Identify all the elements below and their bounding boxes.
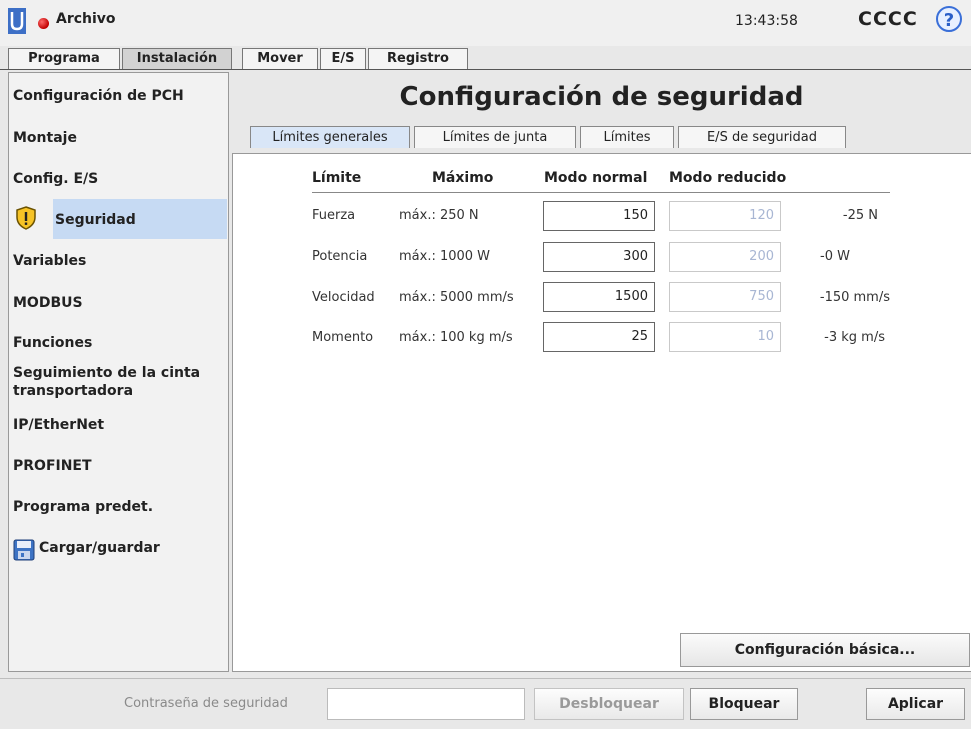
robot-name: CCCC [858, 8, 918, 30]
row-label-velocidad: Velocidad [312, 290, 375, 305]
potencia-delta: -0 W [820, 249, 850, 264]
velocidad-reducido-input: 750 [669, 282, 781, 312]
sidebar-item-seguimiento-cinta[interactable]: Seguimiento de la cinta transportadora [9, 364, 228, 408]
momento-reducido-input: 10 [669, 322, 781, 352]
tab-limites-de-junta[interactable]: Límites de junta [414, 126, 576, 148]
footer-divider [0, 678, 971, 679]
sidebar-item-label: IP/EtherNet [13, 417, 105, 433]
momento-normal-input[interactable]: 25 [543, 322, 655, 352]
sidebar-item-montaje[interactable]: Montaje [9, 129, 228, 169]
velocidad-normal-input[interactable]: 1500 [543, 282, 655, 312]
ur-logo-icon [8, 8, 26, 34]
tab-mover[interactable]: Mover [242, 48, 318, 69]
header-maximo: Máximo [432, 170, 494, 186]
row-label-momento: Momento [312, 330, 374, 345]
sidebar-item-label: Programa predet. [13, 499, 154, 515]
sidebar-item-variables[interactable]: Variables [9, 252, 228, 292]
robot-status-icon [38, 18, 49, 29]
tab-instalacion[interactable]: Instalación [122, 48, 232, 69]
sidebar-item-label: MODBUS [13, 295, 83, 311]
sidebar-item-configuracion-pch[interactable]: Configuración de PCH [9, 87, 228, 127]
save-disk-icon [13, 539, 35, 561]
sidebar-item-label: Funciones [13, 335, 93, 351]
row-max-momento: máx.: 100 kg m/s [399, 330, 513, 345]
top-bar: Archivo 13:43:58 CCCC ? [0, 0, 971, 46]
lock-button[interactable]: Bloquear [690, 688, 798, 720]
sidebar-item-label: Seguridad [55, 212, 136, 228]
row-label-potencia: Potencia [312, 249, 368, 264]
row-label-fuerza: Fuerza [312, 208, 356, 223]
sidebar-item-seguridad[interactable]: Seguridad [53, 199, 227, 239]
sidebar-item-label: PROFINET [13, 458, 92, 474]
sidebar-item-programa-predet[interactable]: Programa predet. [9, 498, 228, 538]
header-divider [312, 192, 890, 193]
password-input[interactable] [327, 688, 525, 720]
page-title: Configuración de seguridad [399, 82, 804, 112]
tab-registro[interactable]: Registro [368, 48, 468, 69]
tab-es[interactable]: E/S [320, 48, 366, 69]
sidebar: Configuración de PCH Montaje Config. E/S… [8, 72, 229, 672]
tab-limites[interactable]: Límites [580, 126, 674, 148]
sidebar-item-label: Cargar/guardar [39, 540, 160, 556]
tab-divider [0, 69, 971, 70]
sidebar-item-modbus[interactable]: MODBUS [9, 294, 228, 334]
unlock-button: Desbloquear [534, 688, 684, 720]
fuerza-reducido-input: 120 [669, 201, 781, 231]
fuerza-normal-input[interactable]: 150 [543, 201, 655, 231]
row-max-fuerza: máx.: 250 N [399, 208, 479, 223]
apply-button[interactable]: Aplicar [866, 688, 965, 720]
sidebar-item-label: Variables [13, 253, 87, 269]
tab-programa[interactable]: Programa [8, 48, 120, 69]
sidebar-item-profinet[interactable]: PROFINET [9, 457, 228, 497]
header-modo-reducido: Modo reducido [669, 170, 787, 186]
tab-es-seguridad[interactable]: E/S de seguridad [678, 126, 846, 148]
sidebar-item-label: Montaje [13, 130, 77, 146]
header-limite: Límite [312, 170, 362, 186]
row-max-velocidad: máx.: 5000 mm/s [399, 290, 514, 305]
sidebar-item-label: Configuración de PCH [13, 88, 184, 104]
sidebar-item-cargar-guardar[interactable]: Cargar/guardar [9, 539, 228, 579]
clock: 13:43:58 [735, 13, 798, 29]
row-max-potencia: máx.: 1000 W [399, 249, 491, 264]
potencia-normal-input[interactable]: 300 [543, 242, 655, 272]
fuerza-delta: -25 N [842, 208, 878, 223]
tab-limites-generales[interactable]: Límites generales [250, 126, 410, 148]
momento-delta: -3 kg m/s [824, 330, 885, 345]
shield-warning-icon [16, 206, 36, 230]
basic-config-button[interactable]: Configuración básica... [680, 633, 970, 667]
help-icon[interactable]: ? [936, 6, 962, 32]
file-menu[interactable]: Archivo [56, 11, 116, 27]
sidebar-item-label: Seguimiento de la cinta transportadora [13, 365, 201, 399]
sidebar-item-label: Config. E/S [13, 171, 99, 187]
password-label: Contraseña de seguridad [124, 696, 288, 711]
velocidad-delta: -150 mm/s [819, 290, 890, 305]
sidebar-item-ip-ethernet[interactable]: IP/EtherNet [9, 416, 228, 456]
header-modo-normal: Modo normal [544, 170, 648, 186]
